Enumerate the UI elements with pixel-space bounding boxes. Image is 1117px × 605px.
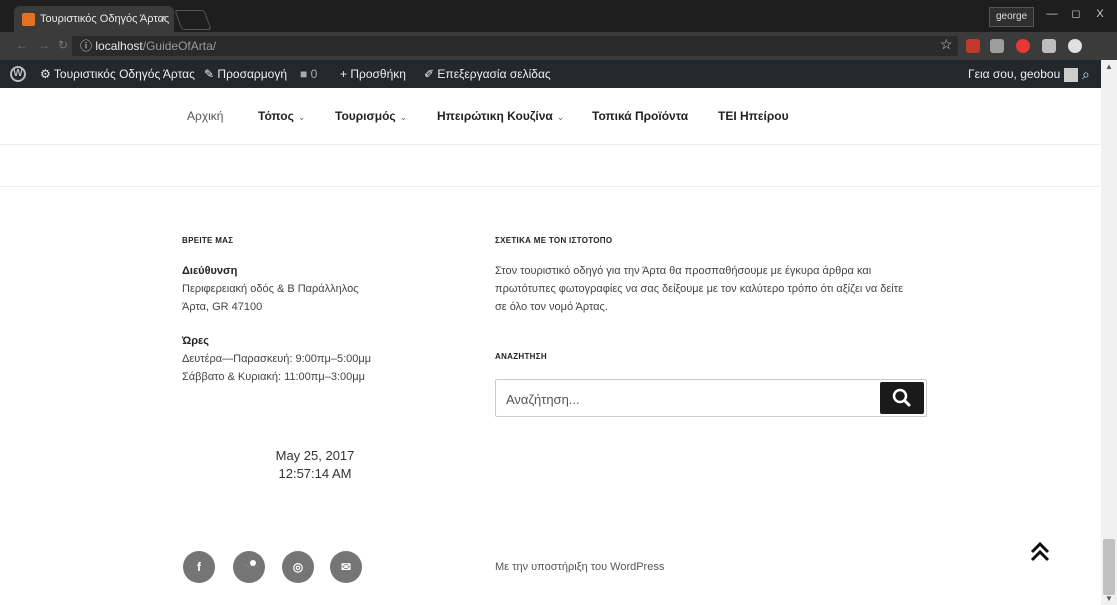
extension-icon[interactable] xyxy=(1068,39,1082,53)
tab-title: Τουριστικός Οδηγός Άρτας xyxy=(40,13,170,25)
avatar xyxy=(1064,67,1079,82)
site-navigation: Αρχική Τόπος ⌄ Τουρισμός ⌄ Ηπειρώτικη Κουζ… xyxy=(0,88,1101,145)
wp-admin-bar: W ⚙ Τουριστικός Οδηγός Άρτας ✎ Προσαρμογ… xyxy=(0,60,1117,88)
browser-titlebar: Τουριστικός Οδηγός Άρτας × george — ◻ X xyxy=(0,0,1117,32)
site-info-icon[interactable]: ⓘ xyxy=(80,39,92,53)
reload-icon[interactable]: ↻ xyxy=(58,38,68,52)
comment-icon: ■ xyxy=(300,67,308,81)
about-text: Στον τουριστικό οδηγό για την Άρτα θα πρ… xyxy=(495,265,903,313)
clock-time: 12:57:14 AM xyxy=(278,466,352,481)
email-icon[interactable]: ✉ xyxy=(330,551,362,583)
search-form xyxy=(495,379,927,418)
instagram-icon[interactable]: ◎ xyxy=(282,551,314,583)
forward-icon[interactable]: → xyxy=(38,38,50,52)
twitter-bird-icon xyxy=(243,560,256,567)
admin-add-new[interactable]: + Προσθήκη xyxy=(340,60,406,88)
nav-item-local-products[interactable]: Τοπικά Προϊόντα xyxy=(592,109,688,123)
admin-customize[interactable]: ✎ Προσαρμογή xyxy=(204,60,287,88)
bookmark-star-icon[interactable]: ☆ xyxy=(940,36,953,53)
clock-date: May 25, 2017 xyxy=(275,448,355,463)
search-icon xyxy=(892,388,911,407)
close-window-button[interactable]: X xyxy=(1088,5,1112,23)
url-host: localhost xyxy=(95,39,143,53)
maximize-button[interactable]: ◻ xyxy=(1064,5,1088,23)
extension-icon[interactable] xyxy=(990,39,1004,53)
address-bar[interactable]: ⓘ localhost/GuideOfArta/ xyxy=(72,36,958,56)
chevron-down-icon: ⌄ xyxy=(297,112,306,122)
profile-button[interactable]: george xyxy=(989,7,1035,27)
plus-icon: + xyxy=(340,67,348,81)
facebook-icon[interactable]: f xyxy=(183,551,215,583)
chevron-down-icon: ⌄ xyxy=(556,112,565,122)
page-scrollbar[interactable]: ▲ ▼ xyxy=(1101,60,1117,605)
search-input[interactable] xyxy=(496,380,888,418)
nav-item-tourism[interactable]: Τουρισμός ⌄ xyxy=(335,109,407,123)
dashboard-icon: ⚙ xyxy=(40,67,51,81)
extension-icon[interactable] xyxy=(1042,39,1056,53)
new-tab-button[interactable] xyxy=(174,10,212,30)
nav-item-home[interactable]: Αρχική xyxy=(187,109,223,123)
widget-title-find-us: ΒΡΕΙΤΕ ΜΑΣ xyxy=(182,236,234,245)
nav-item-tei[interactable]: ΤΕΙ Ηπείρου xyxy=(718,109,789,123)
address-label: Διεύθυνση xyxy=(182,265,238,277)
extension-icon[interactable] xyxy=(966,39,980,53)
search-submit-button[interactable] xyxy=(880,382,924,414)
url-path: /GuideOfArta/ xyxy=(142,39,217,53)
back-icon[interactable]: ← xyxy=(16,38,28,52)
scroll-down-icon[interactable]: ▼ xyxy=(1105,594,1113,603)
admin-site-name[interactable]: ⚙ Τουριστικός Οδηγός Άρτας xyxy=(40,60,195,88)
address-block: Διεύθυνση Περιφερειακή οδός & Β Παράλληλ… xyxy=(182,265,359,313)
tab-close-icon[interactable]: × xyxy=(160,6,166,32)
twitter-icon[interactable] xyxy=(233,551,265,583)
powered-by-link[interactable]: Με την υποστήριξη του WordPress xyxy=(495,561,664,573)
hours-block: Ώρες Δευτέρα—Παρασκευή: 9:00πμ–5:00μμ Σά… xyxy=(182,335,372,383)
admin-comments[interactable]: ■ 0 xyxy=(300,60,317,88)
extension-icon[interactable] xyxy=(1016,39,1030,53)
brush-icon: ✎ xyxy=(204,67,215,81)
divider xyxy=(0,186,1101,187)
wordpress-logo-icon[interactable]: W xyxy=(10,66,26,82)
hours-label: Ώρες xyxy=(182,335,209,347)
nav-item-place[interactable]: Τόπος ⌄ xyxy=(258,109,305,123)
widget-title-about: ΣΧΕΤΙΚΑ ΜΕ ΤΟΝ ΙΣΤΟΤΟΠΟ xyxy=(495,236,613,245)
minimize-button[interactable]: — xyxy=(1040,5,1064,23)
admin-edit-page[interactable]: ✐ Επεξεργασία σελίδας xyxy=(424,60,551,88)
double-chevron-up-icon xyxy=(1030,541,1050,562)
back-to-top-icon[interactable] xyxy=(1029,541,1051,568)
chevron-down-icon: ⌄ xyxy=(399,112,408,122)
pencil-icon: ✐ xyxy=(424,67,435,81)
admin-account[interactable]: Γεια σου, geobou xyxy=(968,60,1079,88)
nav-item-cuisine[interactable]: Ηπειρώτικη Κουζίνα ⌄ xyxy=(437,109,564,123)
scroll-thumb[interactable] xyxy=(1103,539,1115,595)
browser-toolbar: ← → ↻ ⓘ localhost/GuideOfArta/ ☆ xyxy=(0,32,1117,60)
scroll-up-icon[interactable]: ▲ xyxy=(1105,62,1113,71)
search-icon[interactable]: ⌕ xyxy=(1082,60,1090,88)
clock-widget: May 25, 2017 12:57:14 AM xyxy=(250,447,380,483)
site-favicon-icon xyxy=(22,13,35,26)
widget-title-search: ΑΝΑΖΗΤΗΣΗ xyxy=(495,352,547,361)
browser-tab[interactable]: Τουριστικός Οδηγός Άρτας × xyxy=(14,6,174,32)
